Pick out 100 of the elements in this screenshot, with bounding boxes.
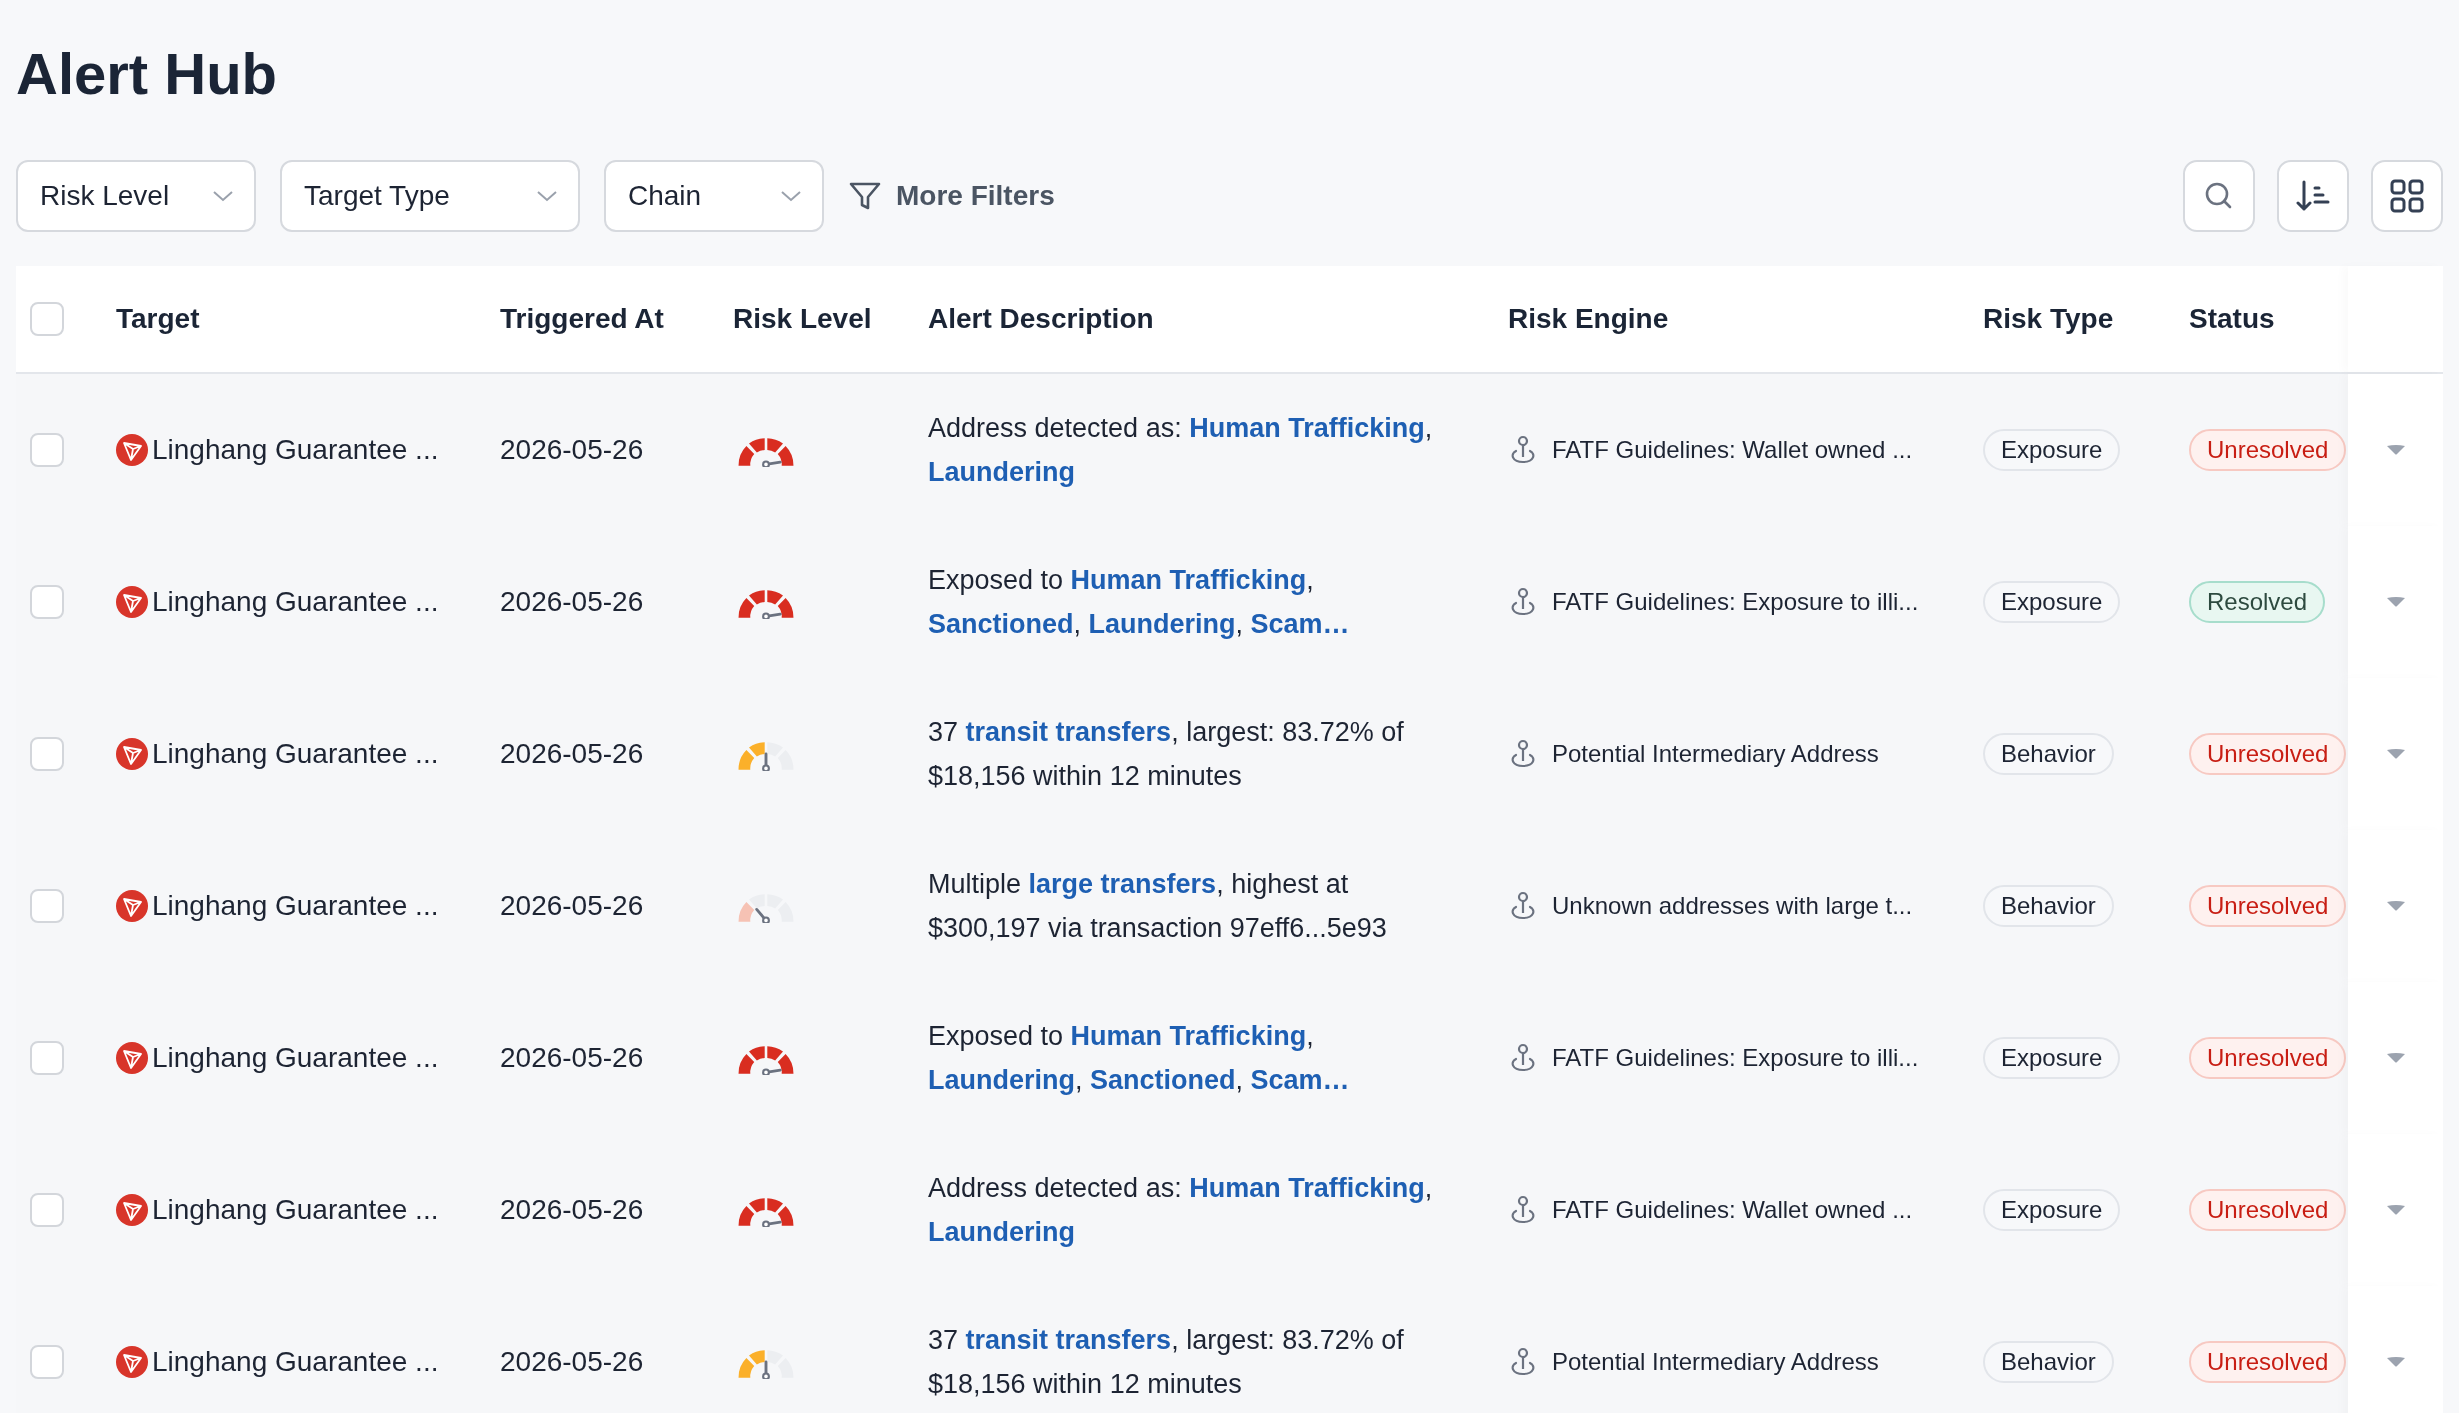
chevron-down-icon [536, 189, 558, 203]
caret-icon [2385, 1052, 2406, 1064]
triggered-date: 2026-05-26 [500, 1194, 644, 1226]
alert-link[interactable]: Human Trafficking [1070, 565, 1307, 595]
row-checkbox[interactable] [30, 737, 64, 771]
filter-dropdown[interactable]: Chain [604, 160, 824, 232]
status-tag: Resolved [2189, 581, 2326, 623]
triggered-date: 2026-05-26 [500, 1346, 644, 1378]
caret-icon [2385, 596, 2406, 608]
alert-description: Multiple large transfers, highest at $300,197 via transaction 97eff6...5e93 [928, 868, 1388, 945]
alert-description: Exposed to Human Trafficking, Laundering, Sanctioned, Scam… [928, 1020, 1351, 1097]
target-name[interactable]: Linghang Guarantee ... [152, 738, 439, 770]
grid-view-button[interactable] [2371, 160, 2443, 232]
alert-link[interactable]: transit transfers [965, 717, 1172, 747]
row-checkbox[interactable] [30, 1345, 64, 1379]
status-tag: Unresolved [2189, 429, 2347, 471]
status-tag: Unresolved [2189, 1341, 2347, 1383]
column-header: Risk Level [733, 303, 872, 335]
chevron-down-icon [212, 189, 234, 203]
alert-link[interactable]: Human Trafficking [1189, 1173, 1425, 1203]
gauge-needle [762, 752, 770, 771]
alert-link[interactable]: large transfers [1028, 869, 1217, 899]
target-name[interactable]: Linghang Guarantee ... [152, 890, 439, 922]
caret-icon [2385, 1356, 2406, 1368]
search-button[interactable] [2183, 160, 2255, 232]
caret-icon [2385, 748, 2406, 760]
chain-icon [116, 738, 148, 770]
risk-engine-name: Potential Intermediary Address [1552, 1348, 1879, 1376]
alert-link[interactable]: Sanctioned [1090, 1065, 1236, 1095]
status-tag: Unresolved [2189, 733, 2347, 775]
risk-type-tag: Exposure [1983, 1189, 2121, 1231]
column-header: Status [2189, 303, 2275, 335]
chain-icon [116, 586, 148, 618]
triggered-date: 2026-05-26 [500, 1042, 644, 1074]
target-name[interactable]: Linghang Guarantee ... [152, 1194, 439, 1226]
status-tag: Unresolved [2189, 885, 2347, 927]
column-header: Risk Type [1983, 303, 2114, 335]
column-header: Risk Engine [1508, 303, 1669, 335]
chain-icon [116, 1346, 148, 1378]
target-name[interactable]: Linghang Guarantee ... [152, 1042, 439, 1074]
select-all-checkbox[interactable] [30, 302, 64, 336]
row-checkbox[interactable] [30, 433, 64, 467]
alert-description: Exposed to Human Trafficking, Sanctioned, Laundering, Scam… [928, 564, 1351, 641]
alert-link[interactable]: Human Trafficking [1189, 413, 1425, 443]
gauge-needle [762, 612, 782, 619]
sort-button[interactable] [2277, 160, 2349, 232]
search-icon [2204, 181, 2234, 211]
target-name[interactable]: Linghang Guarantee ... [152, 586, 439, 618]
status-tag: Unresolved [2189, 1189, 2347, 1231]
status-tag: Unresolved [2189, 1037, 2347, 1079]
triggered-date: 2026-05-26 [500, 890, 644, 922]
risk-type-tag: Behavior [1983, 885, 2114, 927]
risk-type-tag: Behavior [1983, 1341, 2114, 1383]
sort-icon [2296, 179, 2330, 213]
triggered-date: 2026-05-26 [500, 586, 644, 618]
gauge-needle [755, 907, 770, 923]
risk-type-tag: Behavior [1983, 733, 2114, 775]
column-header: Target [116, 303, 200, 335]
alert-link[interactable]: Laundering [1088, 609, 1236, 639]
more-filters-button[interactable]: More Filters [848, 179, 1055, 213]
alert-description: Address detected as: Human Trafficking, Laundering [928, 412, 1434, 489]
gauge-needle [762, 1360, 770, 1379]
gauge-needle [762, 1068, 782, 1075]
row-checkbox[interactable] [30, 1041, 64, 1075]
risk-engine-name: FATF Guidelines: Exposure to illi... [1552, 1044, 1919, 1072]
risk-type-tag: Exposure [1983, 581, 2121, 623]
page-title: Alert Hub [16, 40, 277, 108]
row-checkbox[interactable] [30, 1193, 64, 1227]
filter-dropdown[interactable]: Target Type [280, 160, 580, 232]
triggered-date: 2026-05-26 [500, 738, 644, 770]
gauge-empty-segments [767, 742, 794, 770]
alert-link[interactable]: transit transfers [965, 1325, 1172, 1355]
risk-engine-name: FATF Guidelines: Wallet owned ... [1552, 1196, 1913, 1224]
alert-link[interactable]: Scam… [1250, 1065, 1350, 1095]
gauge-empty-segments [767, 1350, 794, 1378]
chain-icon [116, 890, 148, 922]
alert-link[interactable]: Laundering [928, 1065, 1075, 1095]
row-checkbox[interactable] [30, 889, 64, 923]
row-checkbox[interactable] [30, 585, 64, 619]
risk-engine-name: Potential Intermediary Address [1552, 740, 1879, 768]
caret-icon [2385, 444, 2406, 456]
alert-link[interactable]: Laundering [928, 1217, 1075, 1247]
caret-icon [2385, 900, 2406, 912]
alert-link[interactable]: Human Trafficking [1070, 1021, 1307, 1051]
chain-icon [116, 1194, 148, 1226]
gauge-needle [762, 1220, 782, 1227]
column-header: Triggered At [500, 303, 664, 335]
alert-link[interactable]: Sanctioned [928, 609, 1074, 639]
target-name[interactable]: Linghang Guarantee ... [152, 1346, 439, 1378]
filter-dropdown[interactable]: Risk Level [16, 160, 256, 232]
risk-engine-name: FATF Guidelines: Exposure to illi... [1552, 588, 1919, 616]
alert-description: 37 transit transfers, largest: 83.72% of $18,156 within 12 minutes [928, 1324, 1405, 1401]
alert-description: 37 transit transfers, largest: 83.72% of $18,156 within 12 minutes [928, 716, 1405, 793]
chain-icon [116, 434, 148, 466]
target-name[interactable]: Linghang Guarantee ... [152, 434, 439, 466]
column-header: Alert Description [928, 303, 1154, 335]
alert-link[interactable]: Scam… [1250, 609, 1350, 639]
alert-link[interactable]: Laundering [928, 457, 1075, 487]
chain-icon [116, 1042, 148, 1074]
gauge-empty-segments [749, 894, 794, 922]
